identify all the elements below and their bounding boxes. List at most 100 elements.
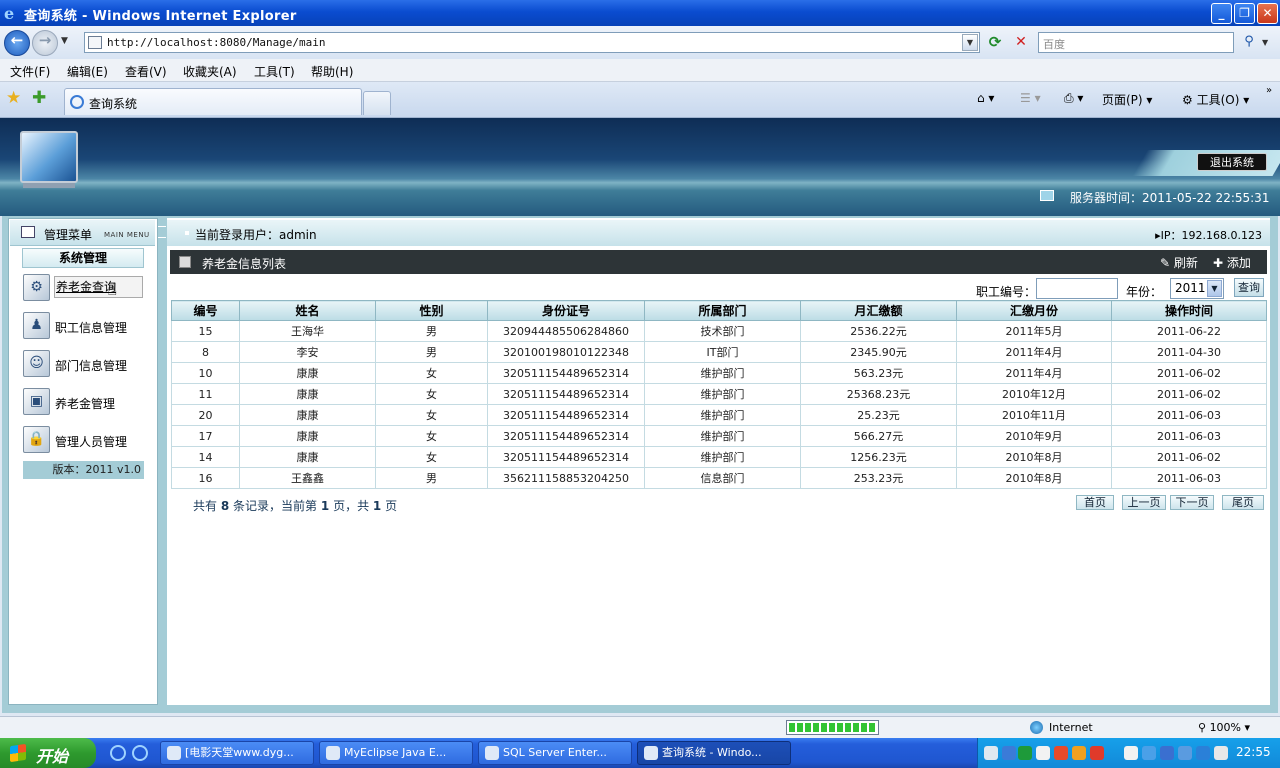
maximize-button[interactable]: ❐: [1234, 3, 1255, 24]
feeds-icon[interactable]: ☰ ▾: [1020, 91, 1041, 105]
zoom-level[interactable]: ⚲ 100% ▾: [1198, 721, 1250, 734]
table-cell: 康康: [239, 404, 376, 426]
first-page-button[interactable]: 首页: [1076, 495, 1114, 510]
minimize-button[interactable]: _: [1211, 3, 1232, 24]
tab-label: 查询系统: [89, 97, 138, 111]
sogou-icon[interactable]: [1090, 746, 1104, 760]
table-row[interactable]: 11 康康女 320511154489652314 维护部门 25368.23元 2010…: [171, 383, 1267, 405]
ie-quicklaunch-icon[interactable]: [110, 745, 126, 761]
menu-bar: 文件(F) 编辑(E) 查看(V) 收藏夹(A) 工具(T) 帮助(H): [0, 59, 1280, 82]
table-cell: 康康: [239, 446, 376, 468]
menu-file[interactable]: 文件(F): [10, 63, 50, 80]
zoom-value: 100%: [1209, 721, 1242, 734]
tray-app-icon[interactable]: [1054, 746, 1068, 760]
page-progress: [786, 720, 879, 735]
table-row[interactable]: 15 王海华男 320944485506284860 技术部门 2536.22元 2011…: [171, 320, 1267, 342]
query-button[interactable]: 查询: [1234, 278, 1264, 297]
tray-app-icon[interactable]: [1072, 746, 1086, 760]
prev-page-button[interactable]: 上一页: [1122, 495, 1166, 510]
stop-icon[interactable]: ✕: [1010, 32, 1032, 53]
keyboard-icon[interactable]: [984, 746, 998, 760]
windows-logo-icon: [10, 743, 26, 763]
menu-favorites[interactable]: 收藏夹(A): [183, 63, 237, 80]
search-icon[interactable]: ⚲: [1238, 32, 1260, 53]
new-tab-button[interactable]: [363, 91, 391, 115]
employee-id-input[interactable]: [1036, 278, 1118, 299]
favorites-star-icon[interactable]: ★: [6, 88, 21, 108]
gear-icon: ⚙: [23, 274, 50, 301]
taskbar-item[interactable]: [电影天堂www.dyg...: [160, 741, 314, 765]
home-icon[interactable]: ⌂ ▾: [977, 91, 994, 105]
table-cell: 2011-06-03: [1111, 425, 1267, 447]
history-dropdown-icon[interactable]: ▼: [61, 36, 68, 46]
server-time: 服务器时间：2011-05-22 22:55:31: [1070, 191, 1270, 205]
page-icon: [88, 36, 102, 49]
splitter-grip-icon[interactable]: [158, 226, 166, 238]
page-menu-label: 页面(P): [1102, 93, 1143, 107]
table-cell: 王海华: [239, 320, 376, 342]
display-icon[interactable]: [1178, 746, 1192, 760]
page-menu[interactable]: 页面(P) ▾: [1102, 91, 1152, 108]
close-button[interactable]: ✕: [1257, 3, 1278, 24]
table-cell: 14: [171, 446, 240, 468]
taskbar-item[interactable]: MyEclipse Java E...: [319, 741, 473, 765]
menu-tools[interactable]: 工具(T): [254, 63, 295, 80]
table-row[interactable]: 20 康康女 320511154489652314 维护部门 25.23元 2010年11…: [171, 404, 1267, 426]
volume-icon[interactable]: [1214, 746, 1228, 760]
add-button[interactable]: ✚ 添加: [1213, 254, 1251, 271]
logout-button[interactable]: 退出系统: [1197, 153, 1267, 171]
chevron-down-icon[interactable]: ▼: [1207, 280, 1222, 297]
table-cell: 10: [171, 362, 240, 384]
sidebar-item-department-info[interactable]: ☺ 部门信息管理: [22, 349, 156, 379]
print-icon[interactable]: ⎙ ▾: [1064, 91, 1083, 106]
network-icon[interactable]: [1018, 746, 1032, 760]
sidebar-item-pension-query[interactable]: ⚙ 养老金查询: [22, 273, 156, 303]
table-row[interactable]: 16 王鑫鑫男 356211158853204250 信息部门 253.23元 2010年…: [171, 467, 1267, 489]
table-cell: 2010年8月: [956, 446, 1112, 468]
menu-help[interactable]: 帮助(H): [311, 63, 353, 80]
table-cell: 356211158853204250: [487, 467, 645, 489]
table-cell: 563.23元: [800, 362, 957, 384]
tab-current[interactable]: 查询系统: [64, 88, 362, 115]
taskbar-item-active[interactable]: 查询系统 - Windo...: [637, 741, 791, 765]
total-pages: 1: [372, 499, 382, 513]
pension-icon: ▣: [23, 388, 50, 415]
refresh-button[interactable]: ✎ 刷新: [1160, 254, 1198, 271]
qq-icon[interactable]: [1124, 746, 1138, 760]
address-text[interactable]: http://localhost:8080/Manage/main: [107, 36, 326, 49]
search-input[interactable]: 百度: [1038, 32, 1234, 53]
add-favorite-icon[interactable]: ✚: [32, 88, 46, 108]
table-row[interactable]: 8 李安男 320100198010122348 IT部门 2345.90元 2011年4…: [171, 341, 1267, 363]
next-page-button[interactable]: 下一页: [1170, 495, 1214, 510]
sidebar-item-employee-info[interactable]: ♟ 职工信息管理: [22, 311, 156, 341]
tray-app-icon[interactable]: [1142, 746, 1156, 760]
search-options-icon[interactable]: ▼: [1262, 38, 1268, 47]
back-arrow-icon[interactable]: [1002, 746, 1016, 760]
table-row[interactable]: 10 康康女 320511154489652314 维护部门 563.23元 2011年4…: [171, 362, 1267, 384]
chevron-icon[interactable]: »: [1266, 85, 1272, 96]
last-page-button[interactable]: 尾页: [1222, 495, 1264, 510]
back-button[interactable]: ←: [4, 30, 30, 56]
menu-view[interactable]: 查看(V): [125, 63, 167, 80]
table-row[interactable]: 14 康康女 320511154489652314 维护部门 1256.23元 2010年…: [171, 446, 1267, 468]
security-icon[interactable]: [1196, 746, 1210, 760]
taskbar-item[interactable]: SQL Server Enter...: [478, 741, 632, 765]
year-select[interactable]: 2011 ▼: [1170, 278, 1224, 299]
table-row[interactable]: 17 康康女 320511154489652314 维护部门 566.27元 2010年9…: [171, 425, 1267, 447]
sidebar-item-pension-manage[interactable]: ▣ 养老金管理: [22, 387, 156, 417]
address-dropdown-icon[interactable]: ▼: [962, 34, 978, 51]
column-header: 身份证号: [487, 300, 645, 321]
user-bar: 当前登录用户：admin ▸IP：192.168.0.123: [167, 220, 1270, 246]
sidebar-item-admin-manage[interactable]: 🔒 管理人员管理: [22, 425, 156, 455]
forward-button[interactable]: →: [32, 30, 58, 56]
ie-quicklaunch-icon[interactable]: [132, 745, 148, 761]
address-bar[interactable]: http://localhost:8080/Manage/main ▼: [84, 32, 980, 53]
display-icon[interactable]: [1160, 746, 1174, 760]
tools-menu[interactable]: ⚙ 工具(O) ▾: [1182, 91, 1249, 108]
qq-icon[interactable]: [1036, 746, 1050, 760]
start-button[interactable]: 开始: [0, 738, 96, 768]
menu-edit[interactable]: 编辑(E): [67, 63, 108, 80]
security-zone: Internet: [1049, 721, 1093, 734]
browser-refresh-icon[interactable]: ⟳: [984, 32, 1006, 53]
table-cell: 1256.23元: [800, 446, 957, 468]
